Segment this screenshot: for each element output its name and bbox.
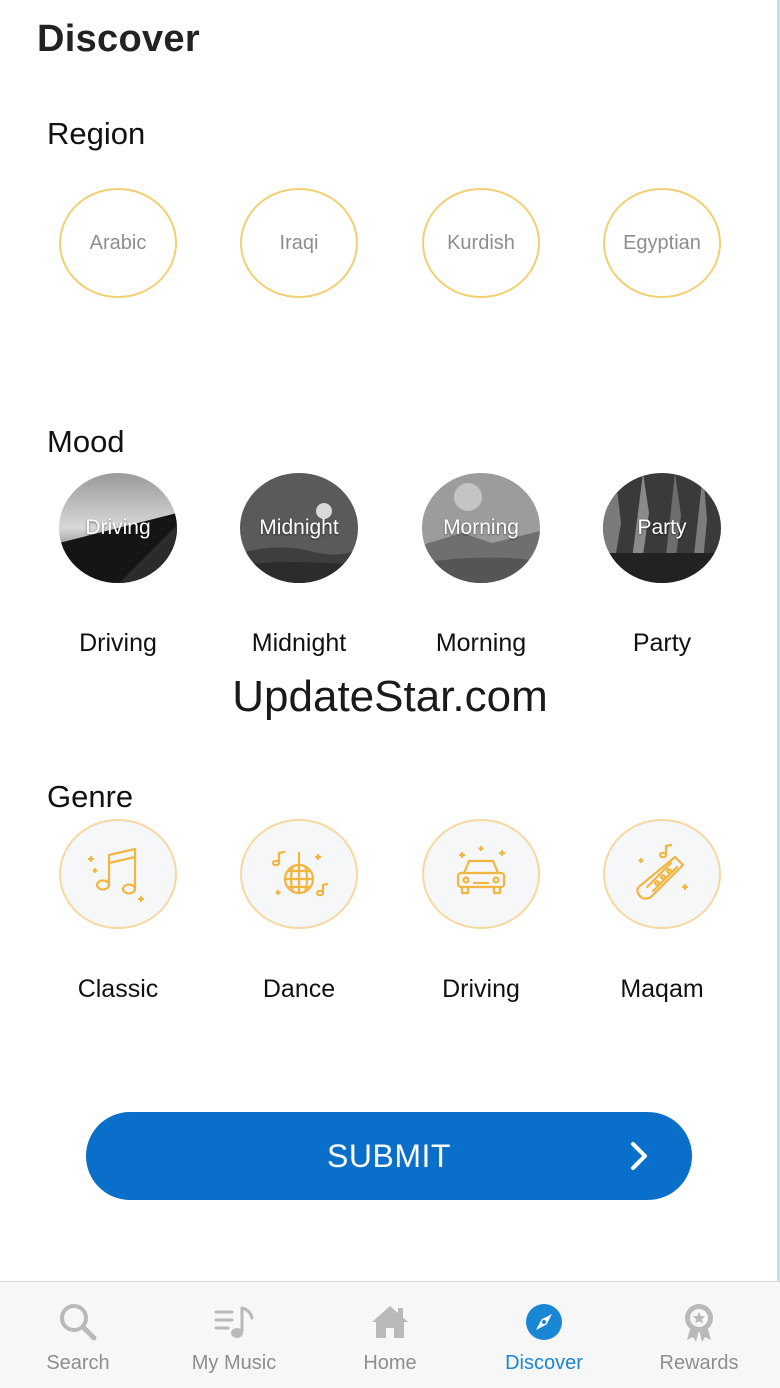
region-chip[interactable]: Egyptian	[603, 188, 721, 298]
playlist-icon	[214, 1306, 254, 1338]
mood-item-driving[interactable]: Driving Driving	[57, 473, 179, 658]
tab-label: Search	[46, 1352, 110, 1374]
tab-my-music[interactable]: My Music	[156, 1282, 312, 1388]
genre-item-maqam[interactable]: Maqam	[601, 819, 723, 1004]
submit-label: SUBMIT	[327, 1137, 451, 1174]
mood-label: Morning	[435, 629, 527, 657]
mood-item-morning[interactable]: Morning Morning	[420, 473, 542, 658]
region-item-kurdish[interactable]: Kurdish	[420, 188, 542, 298]
home-icon	[372, 1306, 408, 1338]
genre-label: Classic	[77, 975, 159, 1003]
mood-thumbnail[interactable]: Driving	[59, 473, 177, 583]
mood-item-midnight[interactable]: Midnight Midnight	[238, 473, 360, 658]
tab-home[interactable]: Home	[312, 1282, 468, 1388]
genre-label: Maqam	[620, 975, 704, 1003]
submit-button[interactable]: SUBMIT	[86, 1112, 692, 1200]
search-icon	[60, 1304, 97, 1341]
mood-thumbnail[interactable]: Party	[603, 473, 721, 583]
disco-ball-icon	[271, 850, 329, 897]
region-label: Iraqi	[279, 231, 319, 254]
watermark: UpdateStar.com	[232, 672, 548, 721]
saxophone-icon	[636, 843, 689, 900]
mood-label: Party	[632, 629, 692, 657]
tab-discover[interactable]: Discover	[466, 1282, 622, 1388]
region-label: Egyptian	[623, 231, 701, 254]
mood-overlay-text: Midnight	[259, 516, 339, 539]
tab-rewards[interactable]: Rewards	[621, 1282, 777, 1388]
music-notes-icon	[87, 847, 145, 903]
genre-item-dance[interactable]: Dance	[238, 819, 360, 1004]
tab-search[interactable]: Search	[0, 1282, 156, 1388]
region-label: Kurdish	[447, 231, 515, 254]
region-item-arabic[interactable]: Arabic	[57, 188, 179, 298]
genre-title: Genre	[47, 779, 134, 814]
region-chip[interactable]: Iraqi	[240, 188, 358, 298]
award-icon	[685, 1304, 713, 1342]
genre-chip[interactable]	[240, 819, 358, 929]
genre-item-classic[interactable]: Classic	[57, 819, 179, 1004]
chevron-right-icon	[631, 1142, 647, 1170]
mood-overlay-text: Party	[637, 516, 687, 539]
region-label: Arabic	[89, 231, 147, 254]
mood-label: Driving	[79, 629, 157, 657]
mood-title: Mood	[47, 424, 125, 459]
region-title: Region	[47, 116, 146, 151]
tab-label: Home	[363, 1352, 417, 1374]
car-icon	[456, 845, 506, 895]
genre-label: Dance	[262, 975, 336, 1003]
region-item-iraqi[interactable]: Iraqi	[238, 188, 360, 298]
genre-chip[interactable]	[603, 819, 721, 929]
region-chip[interactable]: Kurdish	[422, 188, 540, 298]
bottom-tab-bar: Search My Music Home Discover Rewards	[0, 1281, 780, 1388]
tab-label: Discover	[505, 1352, 583, 1374]
genre-label: Driving	[442, 975, 520, 1003]
mood-item-party[interactable]: Party Party	[601, 473, 723, 658]
mood-label: Midnight	[251, 629, 347, 657]
mood-thumbnail[interactable]: Midnight	[240, 473, 358, 583]
mood-thumbnail[interactable]: Morning	[422, 473, 540, 583]
region-item-egyptian[interactable]: Egyptian	[601, 188, 723, 298]
page-title: Discover	[37, 18, 200, 60]
genre-chip[interactable]	[59, 819, 177, 929]
mood-overlay-text: Morning	[443, 516, 519, 539]
genre-item-driving[interactable]: Driving	[420, 819, 542, 1004]
tab-label: My Music	[191, 1352, 277, 1374]
region-chip[interactable]: Arabic	[59, 188, 177, 298]
mood-overlay-text: Driving	[85, 516, 151, 539]
compass-icon	[526, 1304, 562, 1340]
genre-chip[interactable]	[422, 819, 540, 929]
tab-label: Rewards	[659, 1352, 739, 1374]
